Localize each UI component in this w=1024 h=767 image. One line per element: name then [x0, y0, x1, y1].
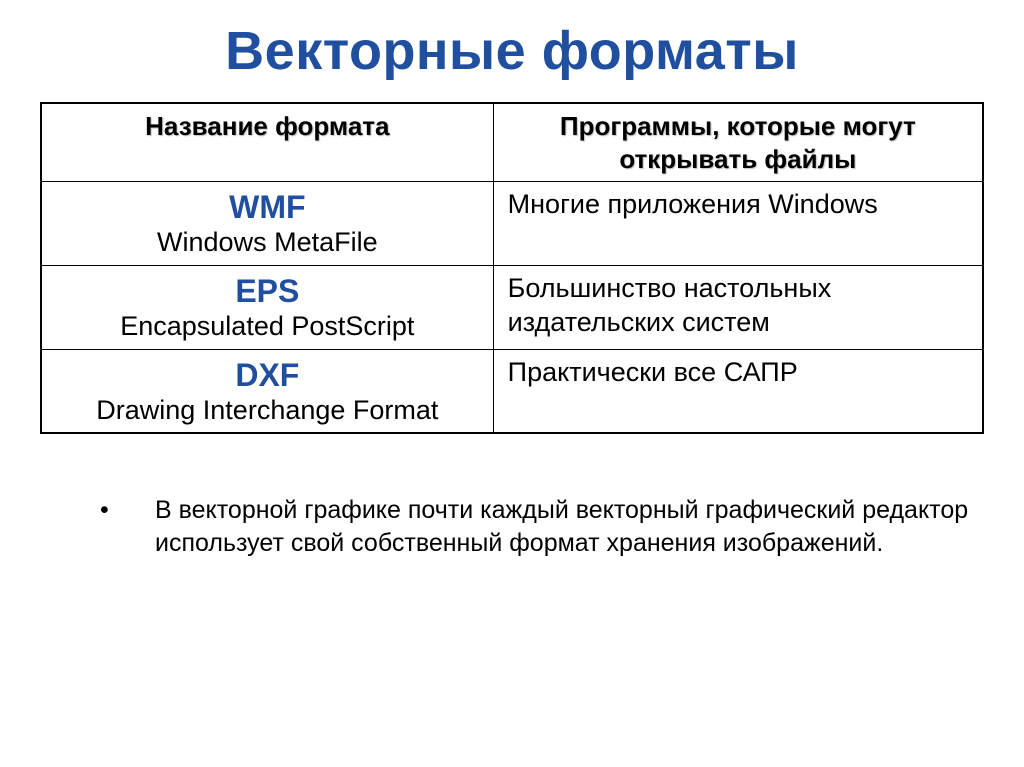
format-short: WMF: [56, 188, 479, 226]
table-header-row: Название формата Программы, которые могу…: [41, 103, 983, 182]
note-text: В векторной графике почти каждый векторн…: [155, 496, 968, 557]
format-short: EPS: [56, 272, 479, 310]
format-short: DXF: [56, 356, 479, 394]
formats-table: Название формата Программы, которые могу…: [40, 102, 984, 434]
format-long: Drawing Interchange Format: [56, 394, 479, 426]
format-long: Encapsulated PostScript: [56, 310, 479, 342]
format-programs-cell: Большинство настольных издательских сист…: [493, 265, 983, 349]
format-name-cell: DXF Drawing Interchange Format: [41, 349, 493, 433]
format-long: Windows MetaFile: [56, 226, 479, 258]
page-title: Векторные форматы: [40, 20, 984, 82]
format-name-cell: EPS Encapsulated PostScript: [41, 265, 493, 349]
table-row: DXF Drawing Interchange Format Практичес…: [41, 349, 983, 433]
note-block: • В векторной графике почти каждый векто…: [40, 494, 984, 559]
format-programs-cell: Многие приложения Windows: [493, 182, 983, 266]
format-programs-cell: Практически все САПР: [493, 349, 983, 433]
table-row: WMF Windows MetaFile Многие приложения W…: [41, 182, 983, 266]
format-name-cell: WMF Windows MetaFile: [41, 182, 493, 266]
note-item: • В векторной графике почти каждый векто…: [95, 494, 984, 559]
table-row: EPS Encapsulated PostScript Большинство …: [41, 265, 983, 349]
header-format-name: Название формата: [41, 103, 493, 182]
header-programs: Программы, которые могут открывать файлы: [493, 103, 983, 182]
bullet-icon: •: [100, 494, 109, 527]
